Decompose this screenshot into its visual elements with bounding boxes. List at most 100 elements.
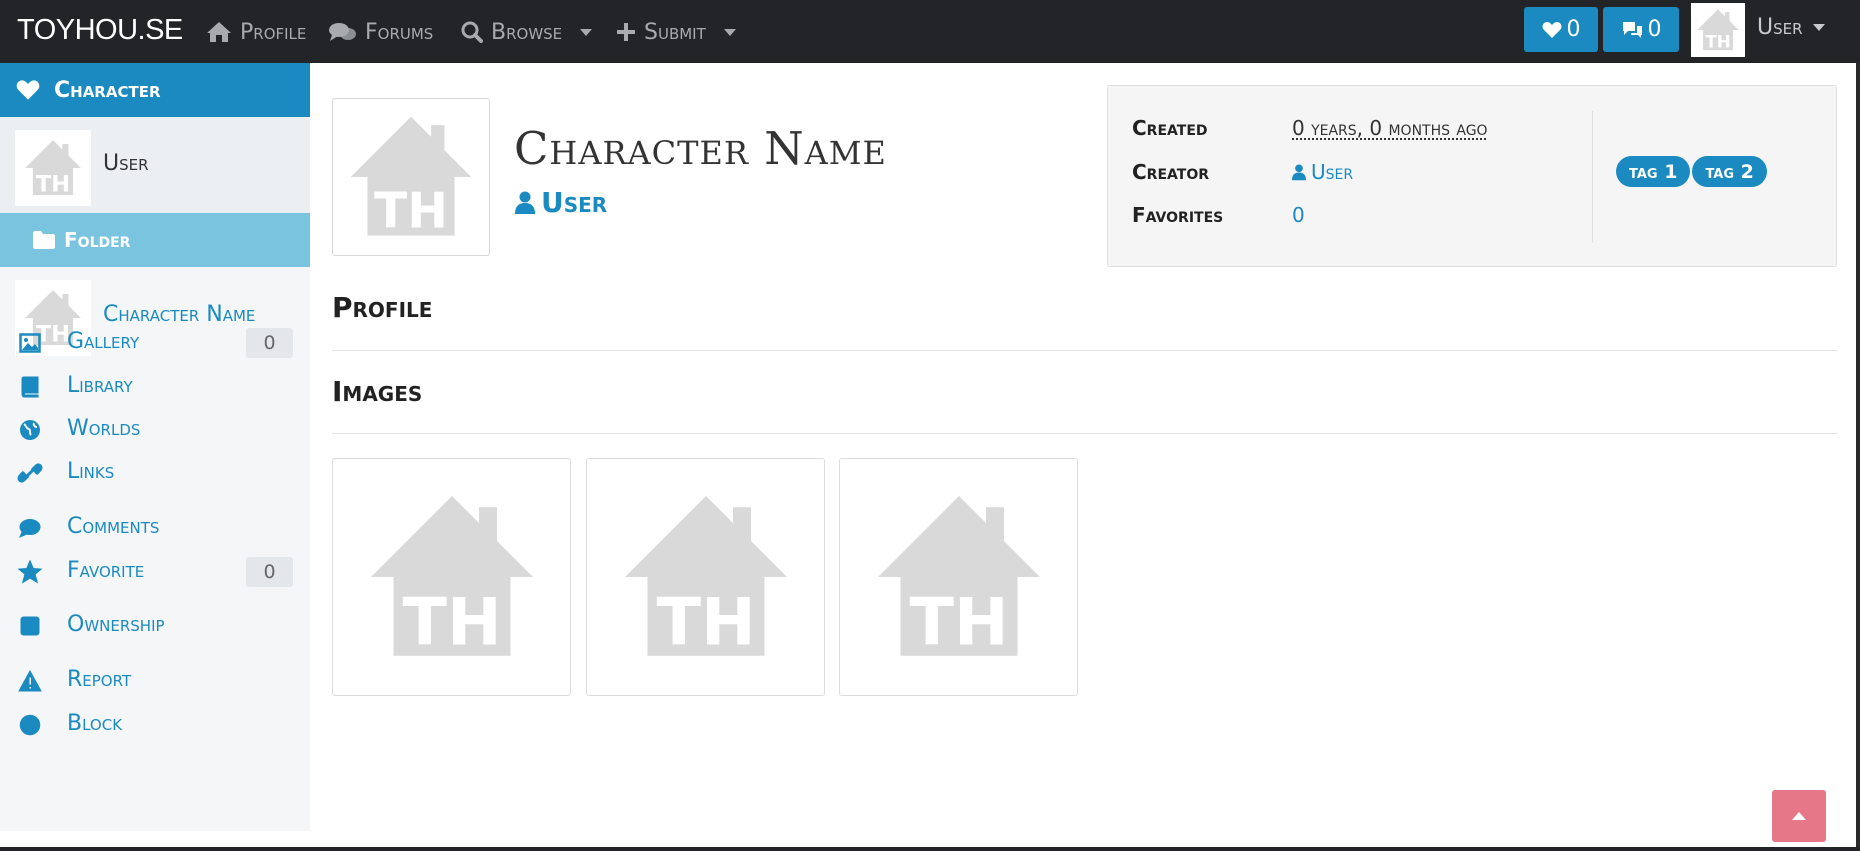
gallery-image-thumbnail[interactable]: TH — [586, 458, 825, 696]
sidebar-owner-label: User — [103, 151, 149, 176]
gallery-image-thumbnail[interactable]: TH — [839, 458, 1078, 696]
character-owner-link[interactable]: User — [515, 186, 607, 219]
chevron-down-icon — [580, 28, 593, 36]
sidebar-item-report[interactable]: Report — [0, 663, 310, 699]
gallery-image-thumbnail[interactable]: TH — [332, 458, 571, 696]
sidebar-item-label: Library — [67, 373, 133, 398]
messages-icon — [1622, 21, 1642, 38]
svg-text:TH: TH — [1705, 32, 1730, 51]
th-placeholder-icon: TH — [25, 140, 81, 197]
sidebar: Character TH User Folder TH Character Na… — [0, 63, 310, 831]
sidebar-item-block[interactable]: Block — [0, 707, 310, 743]
sidebar-folder[interactable]: Folder — [0, 213, 310, 267]
globe-icon — [17, 417, 43, 443]
created-value: 0 years, 0 months ago — [1292, 116, 1488, 140]
character-info-panel: Created 0 years, 0 months ago Creator Us… — [1107, 85, 1837, 267]
book-icon — [17, 374, 43, 400]
image-icon — [17, 330, 43, 356]
ban-icon — [17, 712, 43, 738]
creator-row: Creator User — [1132, 158, 1353, 186]
favorites-value[interactable]: 0 — [1292, 203, 1305, 227]
user-icon — [515, 191, 535, 214]
sidebar-header: Character — [0, 63, 310, 117]
tag-badge[interactable]: tag 2 — [1692, 156, 1767, 187]
favorites-notification-button[interactable]: 0 — [1524, 7, 1598, 52]
character-owner-label: User — [541, 186, 608, 219]
nav-forums[interactable]: Forums — [329, 17, 433, 47]
th-placeholder-icon: TH — [624, 496, 787, 661]
svg-text:TH: TH — [374, 183, 448, 239]
sidebar-item-label: Block — [67, 711, 123, 736]
creator-value: User — [1311, 160, 1354, 184]
sidebar-item-label: Gallery — [67, 329, 140, 354]
nav-browse[interactable]: Browse — [461, 17, 593, 47]
tag-badge[interactable]: tag 1 — [1616, 156, 1691, 187]
heart-icon — [16, 80, 40, 100]
sidebar-header-label: Character — [54, 77, 161, 103]
th-placeholder-icon: TH — [877, 496, 1040, 661]
section-divider — [332, 350, 1837, 351]
user-avatar[interactable]: TH — [1691, 3, 1745, 57]
star-icon — [17, 559, 43, 585]
sidebar-item-label: Ownership — [67, 612, 165, 637]
caret-up-icon — [1792, 812, 1806, 820]
sidebar-item-library[interactable]: Library — [0, 369, 310, 405]
created-row: Created 0 years, 0 months ago — [1132, 114, 1488, 142]
folder-icon — [33, 231, 55, 249]
scroll-to-top-button[interactable] — [1772, 790, 1826, 842]
sidebar-item-links[interactable]: Links — [0, 455, 310, 491]
window-edge — [1856, 63, 1860, 851]
th-placeholder-icon: TH — [1697, 9, 1739, 51]
svg-text:TH: TH — [909, 585, 1008, 661]
sidebar-item-label: Links — [67, 459, 115, 484]
top-navbar: TOYHOU.SE Profile Forums Browse Submit 0… — [0, 0, 1860, 63]
sidebar-owner[interactable]: TH User — [0, 117, 310, 213]
tag-list: tag 1 tag 2 — [1616, 156, 1767, 187]
sidebar-item-worlds[interactable]: Worlds — [0, 412, 310, 448]
sidebar-item-label: Comments — [67, 514, 160, 539]
th-placeholder-icon: TH — [370, 496, 533, 661]
user-menu[interactable]: User — [1757, 15, 1825, 40]
home-icon — [207, 22, 231, 42]
favorite-count-badge: 0 — [246, 557, 293, 587]
svg-text:TH: TH — [402, 585, 501, 661]
chevron-down-icon — [1812, 24, 1825, 31]
character-avatar[interactable]: TH — [332, 98, 490, 256]
sidebar-character-label: Character Name — [103, 302, 256, 327]
creator-link[interactable]: User — [1292, 160, 1353, 184]
checkbox-icon — [17, 613, 43, 639]
owner-avatar: TH — [15, 130, 91, 206]
warning-icon — [17, 668, 43, 694]
sidebar-item-label: Favorite — [67, 558, 145, 583]
creator-label: Creator — [1132, 160, 1210, 184]
created-label: Created — [1132, 116, 1208, 140]
search-icon — [461, 21, 483, 43]
svg-text:TH: TH — [36, 171, 70, 197]
th-placeholder-icon: TH — [350, 116, 472, 239]
character-name: Character Name — [514, 122, 887, 175]
plus-icon — [617, 23, 635, 41]
gallery-count-badge: 0 — [246, 328, 293, 358]
sidebar-folder-label: Folder — [64, 228, 131, 252]
sidebar-item-label: Worlds — [67, 416, 141, 441]
nav-submit[interactable]: Submit — [616, 17, 736, 47]
sidebar-item-comments[interactable]: Comments — [0, 510, 310, 546]
profile-section-title: Profile — [332, 291, 433, 324]
nav-browse-label: Browse — [491, 19, 563, 45]
favorites-row: Favorites 0 — [1132, 201, 1305, 229]
sidebar-item-ownership[interactable]: Ownership — [0, 608, 310, 644]
sidebar-item-gallery[interactable]: Gallery 0 — [0, 325, 310, 361]
heart-icon — [1542, 21, 1561, 38]
nav-profile-label: Profile — [240, 19, 307, 45]
info-divider — [1592, 111, 1593, 243]
sidebar-item-label: Report — [67, 667, 132, 692]
window-edge — [0, 847, 1860, 851]
messages-count: 0 — [1647, 17, 1662, 42]
user-icon — [1292, 163, 1306, 180]
site-logo[interactable]: TOYHOU.SE — [17, 14, 183, 47]
link-icon — [17, 460, 43, 486]
nav-profile[interactable]: Profile — [206, 17, 306, 47]
sidebar-item-favorite[interactable]: Favorite 0 — [0, 554, 310, 590]
messages-notification-button[interactable]: 0 — [1603, 7, 1679, 52]
favorites-count: 0 — [1566, 17, 1581, 42]
